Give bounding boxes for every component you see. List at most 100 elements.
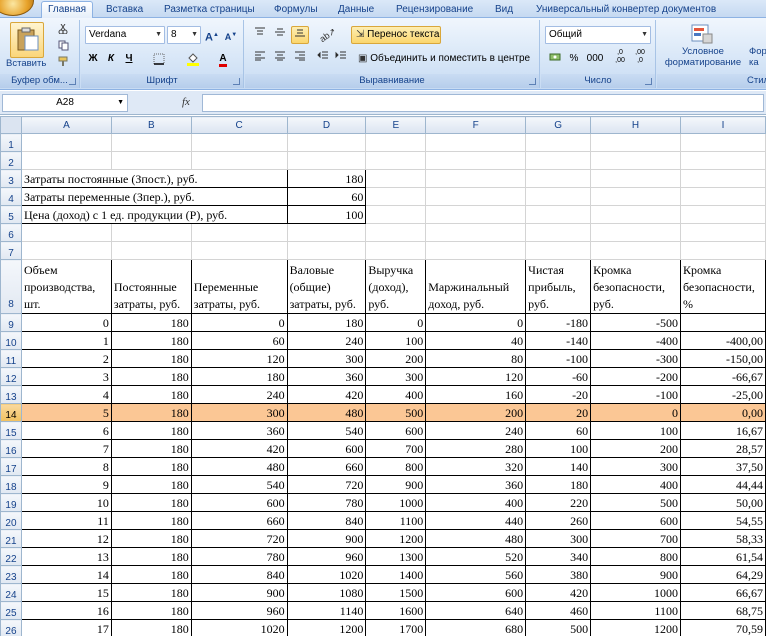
- data-cell[interactable]: 60: [525, 421, 592, 440]
- shrink-font-button[interactable]: A▼: [222, 26, 240, 44]
- tab-universal-converter[interactable]: Универсальный конвертер документов: [536, 2, 716, 18]
- data-cell[interactable]: 300: [190, 403, 288, 422]
- data-cell[interactable]: 80: [425, 349, 527, 368]
- data-cell[interactable]: 180: [110, 511, 192, 530]
- data-cell[interactable]: 1200: [286, 619, 367, 636]
- header-cell[interactable]: Выручка (доход), руб.: [365, 259, 427, 314]
- data-cell[interactable]: -100: [525, 349, 592, 368]
- row-header[interactable]: 19: [0, 493, 22, 512]
- data-cell[interactable]: 500: [590, 493, 681, 512]
- param-value-cell[interactable]: 60: [286, 187, 367, 206]
- font-color-button[interactable]: A: [209, 50, 237, 68]
- row-header[interactable]: 20: [0, 511, 22, 530]
- data-cell[interactable]: 440: [425, 511, 527, 530]
- data-cell[interactable]: 64,29: [679, 565, 766, 584]
- data-cell[interactable]: 140: [525, 457, 592, 476]
- data-cell[interactable]: 420: [190, 439, 288, 458]
- clipboard-dialog-launcher[interactable]: [69, 78, 76, 85]
- data-cell[interactable]: 13: [20, 547, 112, 566]
- data-cell[interactable]: 17: [20, 619, 112, 636]
- conditional-formatting-button[interactable]: Условное форматирование: [661, 22, 745, 74]
- data-cell[interactable]: 800: [365, 457, 427, 476]
- data-cell[interactable]: 9: [20, 475, 112, 494]
- row-header[interactable]: 18: [0, 475, 22, 494]
- row-header[interactable]: 7: [0, 241, 22, 260]
- data-cell[interactable]: 1020: [190, 619, 288, 636]
- data-cell[interactable]: 900: [365, 475, 427, 494]
- data-cell[interactable]: 680: [425, 619, 527, 636]
- data-cell[interactable]: 37,50: [679, 457, 766, 476]
- grow-font-button[interactable]: A▲: [203, 26, 221, 44]
- header-cell[interactable]: Постоянные затраты, руб.: [110, 259, 192, 314]
- data-cell[interactable]: 420: [525, 583, 592, 602]
- data-cell[interactable]: 600: [365, 421, 427, 440]
- data-cell[interactable]: 100: [365, 331, 427, 350]
- align-left-button[interactable]: [251, 50, 269, 68]
- header-cell[interactable]: Маржинальный доход, руб.: [425, 259, 527, 314]
- data-cell[interactable]: 540: [190, 475, 288, 494]
- data-cell[interactable]: 58,33: [679, 529, 766, 548]
- data-cell[interactable]: 300: [590, 457, 681, 476]
- data-cell[interactable]: 100: [590, 421, 681, 440]
- row-header[interactable]: 25: [0, 601, 22, 620]
- header-cell[interactable]: Кромка безопасности, руб.: [590, 259, 681, 314]
- data-cell[interactable]: 0,00: [679, 403, 766, 422]
- data-cell[interactable]: 1500: [365, 583, 427, 602]
- currency-format-button[interactable]: [545, 50, 565, 68]
- column-header[interactable]: F: [425, 116, 527, 134]
- row-header[interactable]: 5: [0, 205, 22, 224]
- office-button[interactable]: [0, 0, 34, 16]
- data-cell[interactable]: 600: [590, 511, 681, 530]
- data-cell[interactable]: 500: [525, 619, 592, 636]
- data-cell[interactable]: -66,67: [679, 367, 766, 386]
- data-cell[interactable]: 180: [525, 475, 592, 494]
- data-cell[interactable]: 600: [286, 439, 367, 458]
- row-header[interactable]: 23: [0, 565, 22, 584]
- align-top-button[interactable]: [251, 26, 269, 44]
- data-cell[interactable]: 1700: [365, 619, 427, 636]
- data-cell[interactable]: 4: [20, 385, 112, 404]
- data-cell[interactable]: 960: [190, 601, 288, 620]
- data-cell[interactable]: 400: [425, 493, 527, 512]
- row-header[interactable]: 14: [0, 403, 22, 422]
- data-cell[interactable]: 460: [525, 601, 592, 620]
- tab-formulas[interactable]: Формулы: [274, 2, 318, 18]
- column-header[interactable]: C: [190, 116, 288, 134]
- data-cell[interactable]: 340: [525, 547, 592, 566]
- row-header[interactable]: 15: [0, 421, 22, 440]
- data-cell[interactable]: -25,00: [679, 385, 766, 404]
- param-label-cell[interactable]: Цена (доход) с 1 ед. продукции (Р), руб.: [20, 205, 288, 224]
- data-cell[interactable]: 180: [110, 601, 192, 620]
- data-cell[interactable]: 180: [110, 331, 192, 350]
- data-cell[interactable]: 12: [20, 529, 112, 548]
- data-cell[interactable]: 61,54: [679, 547, 766, 566]
- row-header[interactable]: 16: [0, 439, 22, 458]
- data-cell[interactable]: 180: [110, 619, 192, 636]
- data-cell[interactable]: 1000: [365, 493, 427, 512]
- data-cell[interactable]: 360: [286, 367, 367, 386]
- data-cell[interactable]: 14: [20, 565, 112, 584]
- format-painter-icon[interactable]: [58, 56, 69, 67]
- data-cell[interactable]: 420: [286, 385, 367, 404]
- row-header[interactable]: 22: [0, 547, 22, 566]
- data-cell[interactable]: 1100: [590, 601, 681, 620]
- data-cell[interactable]: 1400: [365, 565, 427, 584]
- data-cell[interactable]: -140: [525, 331, 592, 350]
- column-header[interactable]: E: [365, 116, 427, 134]
- font-size-select[interactable]: 8 ▼: [167, 26, 201, 44]
- row-header[interactable]: 3: [0, 169, 22, 188]
- row-header[interactable]: 6: [0, 223, 22, 242]
- data-cell[interactable]: 40: [425, 331, 527, 350]
- increase-indent-button[interactable]: [333, 50, 349, 68]
- scissors-icon[interactable]: [58, 24, 68, 34]
- data-cell[interactable]: 1200: [590, 619, 681, 636]
- param-label-cell[interactable]: Затраты переменные (Зпер.), руб.: [20, 187, 288, 206]
- param-value-cell[interactable]: 100: [286, 205, 367, 224]
- wrap-text-button[interactable]: ⇲ Перенос текста: [351, 26, 441, 44]
- data-cell[interactable]: 900: [590, 565, 681, 584]
- data-cell[interactable]: 700: [365, 439, 427, 458]
- name-box[interactable]: A28 ▼: [2, 94, 128, 112]
- data-cell[interactable]: 60: [190, 331, 288, 350]
- data-cell[interactable]: 180: [286, 313, 367, 332]
- data-cell[interactable]: 960: [286, 547, 367, 566]
